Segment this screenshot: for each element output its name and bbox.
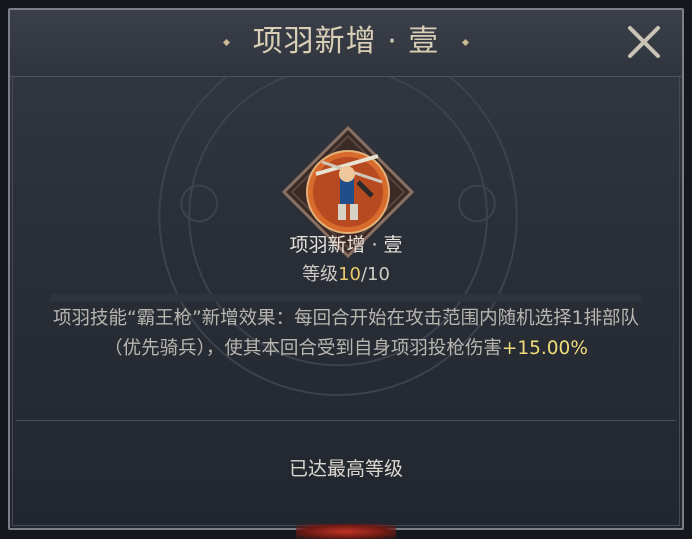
skill-detail-panel: 项羽新增 · 壹 项羽新增 · 壹 等级10/10 项羽技能“霸王枪”新增效果：… <box>8 8 684 530</box>
title-text: 项羽新增 · 壹 <box>252 24 440 59</box>
skill-name: 项羽新增 · 壹 <box>289 234 403 256</box>
level-max: /10 <box>360 264 390 285</box>
close-button[interactable] <box>612 16 676 70</box>
skill-description: 项羽技能“霸王枪”新增效果：每回合开始在攻击范围内随机选择1排部队（优先骑兵），… <box>40 304 652 364</box>
title-right-ornament <box>462 38 470 47</box>
level-label: 等级 <box>302 264 339 285</box>
title-left-ornament <box>222 38 230 47</box>
header-bar: 项羽新增 · 壹 <box>10 10 682 77</box>
close-icon <box>628 26 660 58</box>
max-level-status: 已达最高等级 <box>288 458 403 480</box>
bottom-red-ornament <box>296 524 396 539</box>
description-bonus-value: +15.00% <box>501 338 588 359</box>
level-current: 10 <box>338 264 361 285</box>
skill-level: 等级10/10 <box>10 263 682 287</box>
panel-title: 项羽新增 · 壹 <box>10 24 682 60</box>
section-divider <box>16 420 676 421</box>
